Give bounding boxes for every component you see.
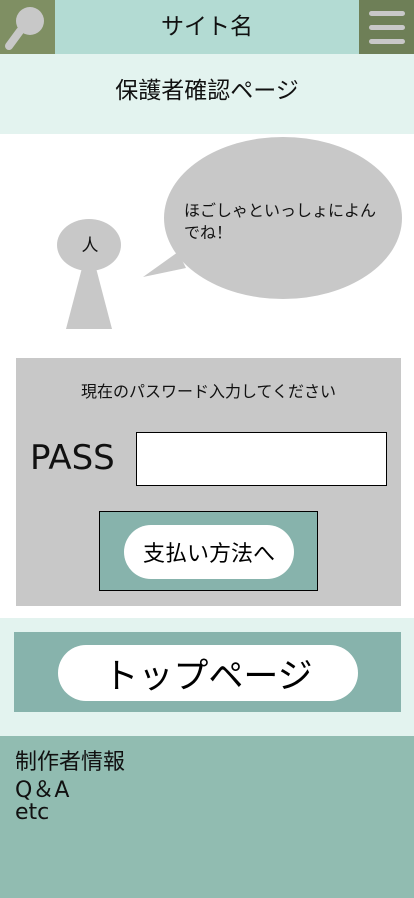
person-label: 人: [81, 236, 99, 256]
page-title: 保護者確認ページ: [115, 78, 299, 104]
search-button[interactable]: [0, 0, 55, 54]
pass-label: PASS: [30, 438, 115, 478]
password-input[interactable]: [136, 432, 387, 486]
password-prompt: 現在のパスワード入力してください: [80, 382, 337, 401]
password-form: 現在のパスワード入力してください PASS 支払い方法へ: [16, 358, 401, 606]
top-page-button[interactable]: トップページ: [58, 645, 358, 701]
speech-bubble-text: ほごしゃといっしょによんでね！: [184, 201, 377, 242]
main-panel: 人 ほごしゃといっしょによんでね！ 現在のパスワード入力してください PASS …: [0, 134, 414, 618]
menu-button[interactable]: [359, 0, 414, 54]
person-body: [66, 268, 112, 329]
payment-button-frame: 支払い方法へ: [99, 511, 318, 591]
menu-icon: [369, 11, 405, 44]
payment-method-button[interactable]: 支払い方法へ: [124, 525, 294, 579]
top-page-band: トップページ: [14, 632, 401, 712]
header: サイト名: [0, 0, 414, 54]
footer: 制作者情報 Q＆A etc: [0, 736, 414, 898]
footer-etc-link[interactable]: etc: [15, 800, 49, 825]
site-name[interactable]: サイト名: [55, 0, 359, 54]
search-icon: [5, 7, 44, 50]
